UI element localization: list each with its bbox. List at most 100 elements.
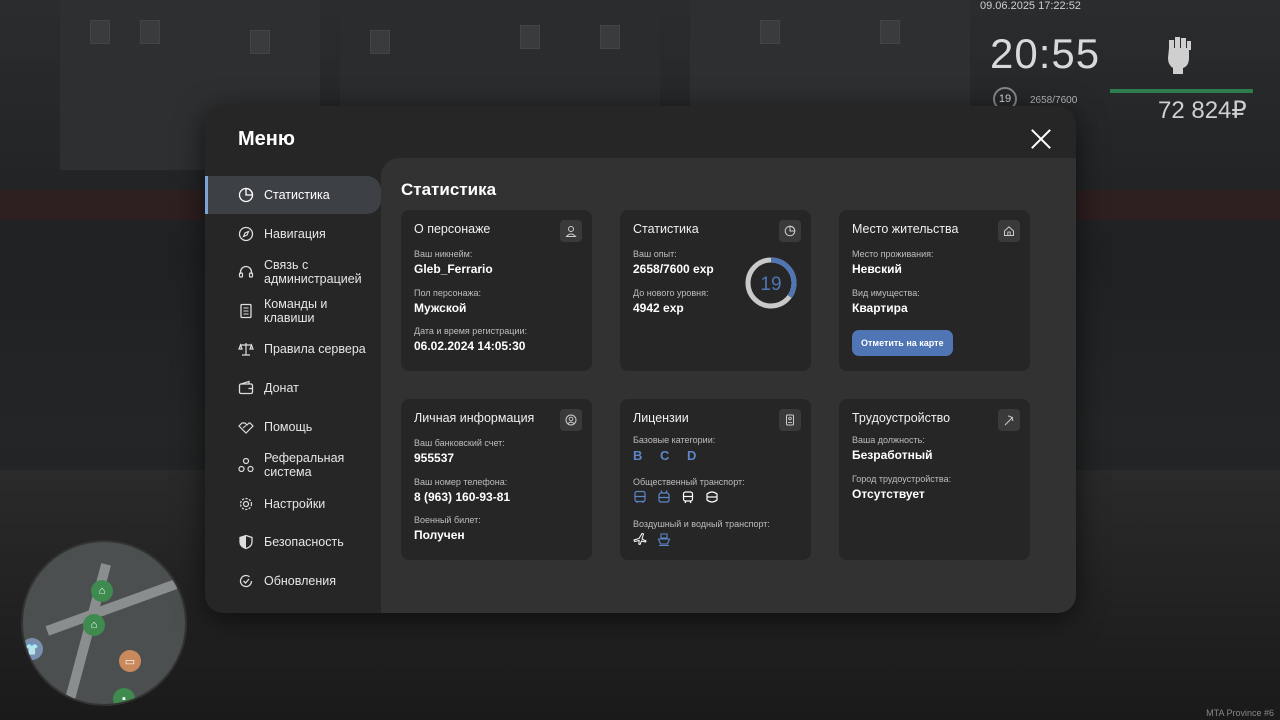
- hud-money: 72 824₽: [1158, 97, 1247, 124]
- gender-label: Пол персонажа:: [414, 288, 482, 298]
- content-panel: Статистика О персонаже Ваш никнейм: Gleb…: [381, 158, 1076, 613]
- house-icon: [998, 220, 1020, 242]
- minimap[interactable]: ⌂ ⌂ 👕 ▭ ▪: [21, 540, 187, 706]
- document-icon: [240, 303, 252, 318]
- window: [760, 20, 780, 44]
- sidebar-item-updates[interactable]: Обновления: [205, 562, 381, 600]
- level-progress-ring: 19: [745, 257, 797, 309]
- window: [520, 25, 540, 49]
- bank-label: Ваш банковский счет:: [414, 438, 505, 448]
- window: [880, 20, 900, 44]
- gear-icon: [239, 497, 253, 510]
- sidebar-item-rules[interactable]: Правила сервера: [205, 330, 381, 368]
- exp-value: 2658/7600 exp: [633, 262, 714, 276]
- sidebar-item-label: Донат: [264, 380, 299, 395]
- nickname-value: Gleb_Ferrario: [414, 262, 493, 276]
- sidebar-item-commands[interactable]: Команды и клавиши: [205, 292, 381, 330]
- military-label: Военный билет:: [414, 515, 481, 525]
- menu-modal: Меню Статистика Навигация Связь с админи…: [205, 106, 1076, 613]
- public-transport-label: Общественный транспорт:: [633, 477, 745, 487]
- shop-icon: ▭: [119, 650, 141, 672]
- server-watermark: MTA Province #6: [1206, 708, 1274, 718]
- sidebar-item-label: Обновления: [264, 573, 336, 588]
- personal-info-card: Личная информация Ваш банковский счет: 9…: [401, 399, 592, 560]
- position-value: Безработный: [852, 448, 933, 462]
- bank-value: 955537: [414, 451, 455, 465]
- property-label: Вид имущества:: [852, 288, 920, 298]
- close-icon[interactable]: [1030, 128, 1052, 150]
- bus-icon: [634, 490, 646, 503]
- trolleybus-icon: [658, 490, 670, 503]
- card-title: Личная информация: [414, 411, 535, 425]
- card-title: Трудоустройство: [852, 411, 951, 425]
- mark-on-map-button[interactable]: Отметить на карте: [852, 330, 953, 356]
- sidebar-item-label: Статистика: [264, 188, 330, 202]
- wallet-icon: [238, 380, 254, 395]
- referral-icon: [238, 458, 254, 473]
- employment-card: Трудоустройство Ваша должность: Безработ…: [839, 399, 1030, 560]
- air-water-label: Воздушный и водный транспорт:: [633, 519, 770, 529]
- pie-chart-icon: [238, 187, 254, 203]
- exp-label: Ваш опыт:: [633, 249, 677, 259]
- property-value: Квартира: [852, 301, 908, 315]
- position-label: Ваша должность:: [852, 435, 925, 445]
- minimap-road: [45, 578, 181, 636]
- card-title: Место жительства: [852, 222, 959, 236]
- sidebar-item-navigation[interactable]: Навигация: [205, 215, 381, 253]
- sidebar-item-label: Команды и клавиши: [264, 296, 328, 325]
- city-label: Город трудоустройства:: [852, 474, 952, 484]
- registration-value: 06.02.2024 14:05:30: [414, 339, 526, 353]
- sidebar-item-label: Навигация: [264, 226, 326, 241]
- military-value: Получен: [414, 528, 465, 542]
- sidebar-item-settings[interactable]: Настройки: [205, 485, 381, 523]
- content-title: Статистика: [401, 180, 497, 199]
- sidebar-item-referral[interactable]: Реферальная система: [205, 446, 381, 484]
- sidebar-item-label: Помощь: [264, 419, 313, 434]
- gender-value: Мужской: [414, 301, 467, 315]
- phone-label: Ваш номер телефона:: [414, 477, 508, 487]
- fist-icon: [1168, 37, 1191, 74]
- house-icon: ⌂: [91, 580, 113, 602]
- shield-icon: [239, 535, 253, 550]
- next-level-value: 4942 exp: [633, 301, 684, 315]
- card-title: Статистика: [633, 222, 699, 236]
- sidebar-item-admin-contact[interactable]: Связь с администрацией: [205, 253, 381, 291]
- sidebar-item-label: Настройки: [264, 496, 326, 511]
- window: [600, 25, 620, 49]
- sidebar-item-label: Безопасность: [264, 535, 344, 550]
- character-card: О персонаже Ваш никнейм: Gleb_Ferrario П…: [401, 210, 592, 371]
- menu-title: Меню: [238, 128, 295, 150]
- sidebar-item-security[interactable]: Безопасность: [205, 523, 381, 561]
- basic-categories-label: Базовые категории:: [633, 435, 716, 445]
- sidebar-item-donate[interactable]: Донат: [205, 369, 381, 407]
- house-icon: ⌂: [83, 614, 105, 636]
- car-icon: ▪: [113, 688, 135, 704]
- tram-icon: [682, 491, 694, 504]
- level-number: 19: [760, 274, 781, 295]
- hud-exp: 2658/7600: [1030, 95, 1078, 106]
- place-label: Место проживания:: [852, 249, 934, 259]
- registration-label: Дата и время регистрации:: [414, 326, 527, 336]
- basic-categories-value: B C D: [633, 448, 704, 463]
- city-value: Отсутствует: [852, 487, 925, 501]
- nickname-label: Ваш никнейм:: [414, 249, 473, 259]
- handshake-icon: [238, 421, 254, 434]
- hud-datetime: 09.06.2025 17:22:52: [980, 0, 1081, 12]
- headset-icon: [238, 266, 254, 278]
- residence-card: Место жительства Место проживания: Невск…: [839, 210, 1030, 371]
- window: [370, 30, 390, 54]
- sidebar-item-label: Реферальная система: [264, 451, 345, 480]
- licenses-card: Лицензии Базовые категории: B C D Общест…: [620, 399, 811, 560]
- public-transport-icons: [633, 490, 719, 504]
- air-water-icons: [633, 532, 671, 546]
- id-card-icon: [779, 409, 801, 431]
- sidebar-item-statistics[interactable]: Статистика: [205, 176, 381, 214]
- menu-sidebar: Статистика Навигация Связь с администрац…: [205, 176, 381, 601]
- sidebar-item-help[interactable]: Помощь: [205, 408, 381, 446]
- window: [250, 30, 270, 54]
- window: [140, 20, 160, 44]
- pie-chart-icon: [779, 220, 801, 242]
- sidebar-item-label: Связь с администрацией: [264, 258, 362, 287]
- update-icon: [239, 574, 253, 588]
- health-bar: [1110, 89, 1253, 93]
